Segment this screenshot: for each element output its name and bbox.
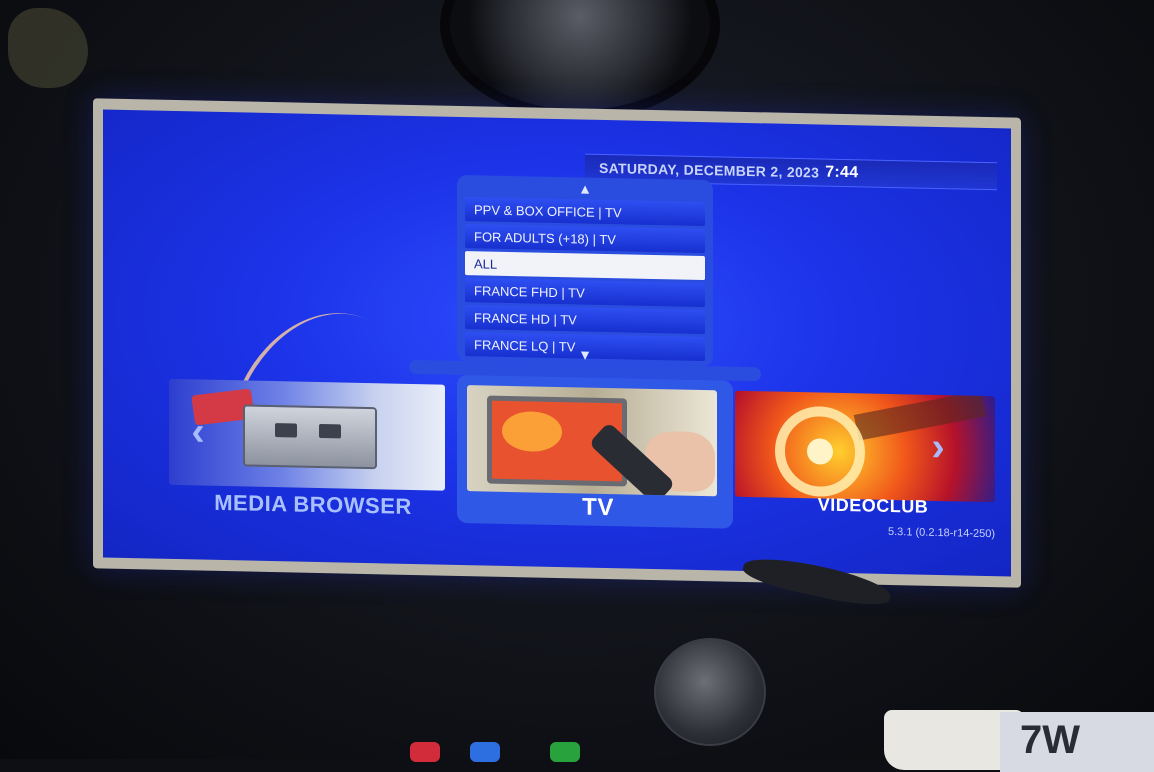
tv-glow (502, 410, 562, 453)
film-reel-hub (807, 438, 833, 465)
category-item-label: ALL (474, 255, 498, 272)
time-text: 7:44 (825, 163, 859, 182)
usb-slot (319, 424, 341, 439)
category-item[interactable]: FOR ADULTS (+18) | TV (465, 224, 705, 254)
background-sign: 7W (1000, 712, 1154, 772)
tv-tile[interactable] (467, 385, 717, 497)
tv-screen: SATURDAY, DECEMBER 2, 2023 7:44 ▲ PPV & … (103, 109, 1011, 577)
version-text: 5.3.1 (0.2.18-r14-250) (887, 525, 995, 541)
category-list: PPV & BOX OFFICE | TV FOR ADULTS (+18) |… (465, 197, 705, 364)
category-item-label: FOR ADULTS (+18) | TV (474, 228, 616, 247)
background-sign-text: 7W (1020, 718, 1080, 762)
room-background: SATURDAY, DECEMBER 2, 2023 7:44 ▲ PPV & … (0, 0, 1154, 772)
videoclub-tile[interactable] (735, 390, 995, 503)
wall-clock (440, 0, 720, 120)
category-item[interactable]: PPV & BOX OFFICE | TV (465, 197, 705, 227)
category-item-label: FRANCE HD | TV (474, 309, 577, 327)
usb-slot (275, 423, 297, 438)
film-strip-image (853, 390, 987, 441)
media-browser-label: MEDIA BROWSER (214, 489, 412, 519)
category-item-selected[interactable]: ALL (465, 251, 705, 281)
plant-leaf (8, 8, 88, 88)
category-menu: ▲ PPV & BOX OFFICE | TV FOR ADULTS (+18)… (457, 174, 713, 367)
usb-connector-image (243, 404, 377, 470)
category-item[interactable]: FRANCE HD | TV (465, 305, 705, 335)
category-item-label: FRANCE FHD | TV (474, 282, 585, 301)
toy-figure (470, 742, 500, 762)
toy-figure (550, 742, 580, 762)
date-text: SATURDAY, DECEMBER 2, 2023 (599, 159, 820, 181)
category-item-label: PPV & BOX OFFICE | TV (474, 201, 622, 220)
toy-figure (410, 742, 440, 762)
light-bulb (654, 638, 766, 746)
chevron-up-icon[interactable]: ▲ (457, 179, 713, 198)
tv-label: TV (582, 493, 614, 522)
category-item[interactable]: FRANCE FHD | TV (465, 278, 705, 308)
chevron-right-icon[interactable]: › (923, 425, 953, 469)
chevron-left-icon[interactable]: ‹ (183, 409, 213, 453)
videoclub-label: VIDEOCLUB (817, 494, 929, 517)
